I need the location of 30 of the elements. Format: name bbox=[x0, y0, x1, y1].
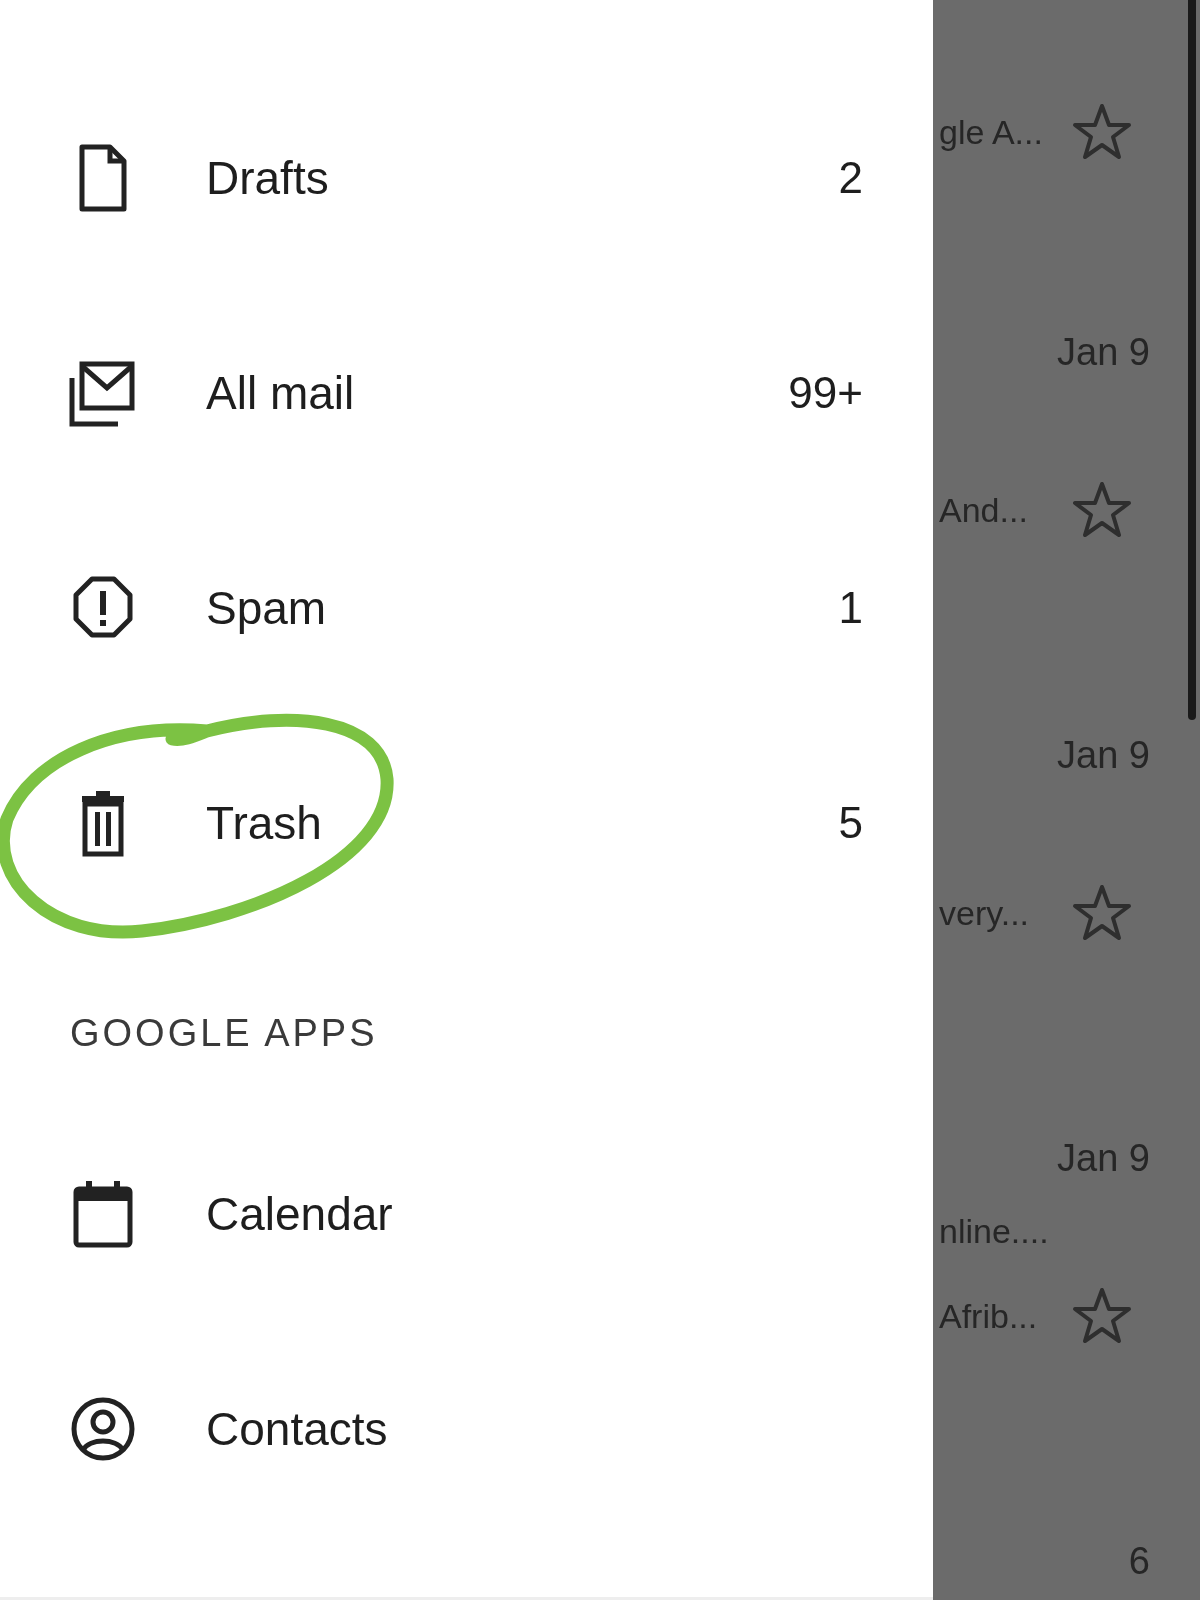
drawer-item[interactable]: All mail 99+ bbox=[0, 285, 933, 500]
email-snippet: Afrib... bbox=[939, 1296, 1039, 1337]
unread-count: 5 bbox=[838, 797, 863, 848]
drawer-item-label: Drafts bbox=[206, 150, 330, 205]
email-date: Jan 9 bbox=[1056, 1136, 1150, 1181]
app-label: Calendar bbox=[206, 1186, 394, 1241]
star-icon[interactable] bbox=[1072, 1286, 1132, 1346]
drawer-item[interactable]: Spam 1 bbox=[0, 500, 933, 715]
star-icon[interactable] bbox=[1072, 480, 1132, 540]
email-snippet: nline.... bbox=[939, 1211, 1050, 1252]
email-snippet: And... bbox=[939, 490, 1029, 531]
app-link[interactable]: Contacts bbox=[0, 1321, 933, 1536]
app-label: Contacts bbox=[206, 1401, 389, 1456]
section-header: GOOGLE APPS bbox=[69, 1011, 379, 1056]
unread-count: 2 bbox=[838, 152, 863, 203]
star-icon[interactable] bbox=[1072, 102, 1132, 162]
email-date: 6 bbox=[1127, 1539, 1150, 1584]
email-date: Jan 9 bbox=[1056, 330, 1150, 375]
drawer-item-label: Spam bbox=[206, 580, 328, 635]
unread-count: 1 bbox=[838, 582, 863, 633]
email-snippet: very... bbox=[939, 893, 1031, 934]
email-snippet: gle A... bbox=[939, 112, 1044, 153]
drawer-item[interactable]: Drafts 2 bbox=[0, 70, 933, 285]
drawer-item-label: Trash bbox=[206, 795, 323, 850]
email-date: Jan 9 bbox=[1056, 733, 1150, 778]
drawer-item[interactable]: Trash 5 bbox=[0, 715, 933, 930]
drawer-item-label: All mail bbox=[206, 365, 356, 420]
unread-count: 99+ bbox=[788, 367, 863, 418]
star-icon[interactable] bbox=[1072, 883, 1132, 943]
app-link[interactable]: Calendar bbox=[0, 1106, 933, 1321]
